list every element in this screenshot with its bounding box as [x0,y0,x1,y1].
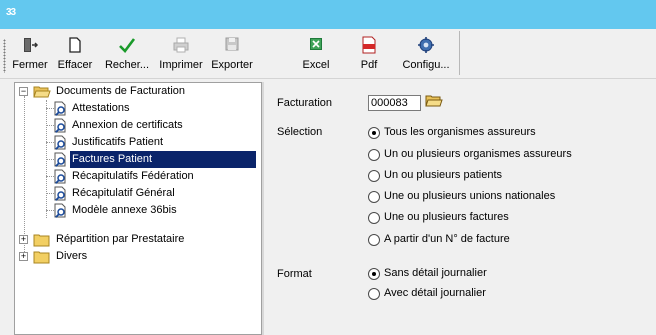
radio-button-checked[interactable] [368,127,380,139]
radio-button[interactable] [368,234,380,246]
format-label: Format [277,268,312,280]
tree-item-recapitulatif-general[interactable]: Récapitulatif Général [15,185,261,202]
checkmark-icon [98,36,156,56]
tree-item-label: Justificatifs Patient [72,136,164,148]
radio-label: Une ou plusieurs unions nationales [384,190,556,202]
tree-item-repartition-par-prestataire[interactable]: + Répartition par Prestataire [15,231,261,248]
effacer-label: Effacer [57,59,93,71]
configuration-button[interactable]: Configu... [396,33,456,75]
tree-item-label: Récapitulatifs Fédération [72,170,194,182]
radio-button[interactable] [368,212,380,224]
toolbar-group: Fermer Effacer Recher... Imprimer Export [0,31,460,75]
excel-icon [296,36,336,56]
expand-icon[interactable]: + [19,235,28,244]
configuration-label: Configu... [402,59,450,71]
tree-item-label: Modèle annexe 36bis [72,204,177,216]
radio-button[interactable] [368,288,380,300]
app-icon: 33 [6,7,16,18]
excel-button[interactable]: Excel [296,33,336,75]
pdf-icon [354,36,384,56]
exporter-label: Exporter [211,59,253,71]
selection-label: Sélection [277,126,323,138]
tree-item-annexion-de-certificats[interactable]: Annexion de certificats [15,117,261,134]
title-bar: 33 [0,0,656,29]
collapse-icon[interactable]: − [19,87,28,96]
tree-item-label: Récapitulatif Général [72,187,175,199]
radio-button-checked[interactable] [368,268,380,280]
tree-item-label: Répartition par Prestataire [56,233,185,245]
expand-icon[interactable]: + [19,252,28,261]
facturation-input[interactable]: 000083 [368,95,421,111]
radio-label: Un ou plusieurs patients [384,169,503,181]
tree-item-justificatifs-patient[interactable]: Justificatifs Patient [15,134,261,151]
radio-label: Un ou plusieurs organismes assureurs [384,148,572,160]
fermer-button[interactable]: Fermer [8,33,52,75]
effacer-button[interactable]: Effacer [52,33,98,75]
pdf-button[interactable]: Pdf [354,33,384,75]
pdf-label: Pdf [360,59,378,71]
toolbar-grip[interactable] [3,39,6,73]
tree-item-label: Annexion de certificats [72,119,183,131]
folder-icon [33,250,51,270]
radio-button[interactable] [368,149,380,161]
radio-label: Tous les organismes assureurs [384,126,536,138]
radio-label: Avec détail journalier [384,287,486,299]
blank-page-icon [52,36,98,56]
exporter-button[interactable]: Exporter [206,33,258,75]
exit-door-icon [8,36,52,56]
radio-label: A partir d'un N° de facture [384,233,510,245]
fermer-label: Fermer [12,59,48,71]
gear-icon [396,36,456,56]
open-folder-icon [425,95,443,111]
tree-item-factures-patient[interactable]: Factures Patient [15,151,261,168]
radio-label: Une ou plusieurs factures [384,211,509,223]
excel-label: Excel [302,59,330,71]
document-tree[interactable]: − Documents de Facturation Attestations … [14,82,262,335]
toolbar: Fermer Effacer Recher... Imprimer Export [0,29,656,79]
radio-button[interactable] [368,191,380,203]
radio-label: Sans détail journalier [384,267,487,279]
tree-item-recapitulatifs-federation[interactable]: Récapitulatifs Fédération [15,168,261,185]
printer-icon [156,36,206,56]
tree-item-documents-de-facturation[interactable]: − Documents de Facturation [15,83,261,100]
facturation-label: Facturation [277,97,333,109]
floppy-disk-icon [206,36,258,56]
imprimer-button[interactable]: Imprimer [156,33,206,75]
tree-item-modele-annexe-36bis[interactable]: Modèle annexe 36bis [15,202,261,219]
document-search-icon [53,203,69,224]
tree-item-divers[interactable]: + Divers [15,248,261,265]
tree-item-label: Documents de Facturation [56,85,186,97]
tree-item-label-selected: Factures Patient [70,151,256,168]
rechercher-button[interactable]: Recher... [98,33,156,75]
imprimer-label: Imprimer [159,59,203,71]
tree-item-label: Divers [56,250,88,262]
rechercher-label: Recher... [104,59,150,71]
radio-button[interactable] [368,170,380,182]
pane-splitter[interactable] [262,82,264,335]
browse-facturation-button[interactable] [425,93,443,110]
tree-item-label: Attestations [72,102,130,114]
tree-item-attestations[interactable]: Attestations [15,100,261,117]
